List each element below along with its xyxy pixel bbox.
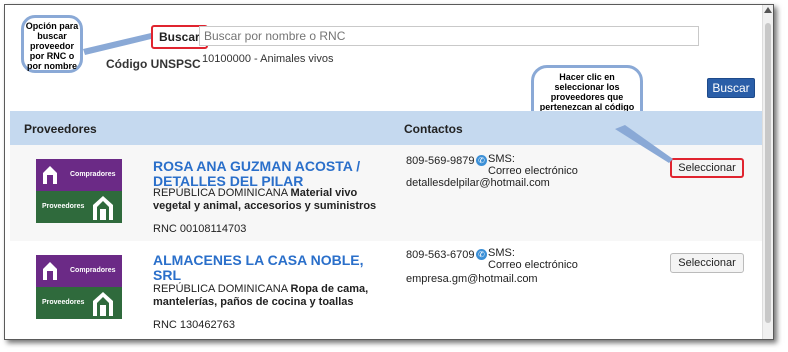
header-contacts: Contactos (404, 122, 463, 136)
contact-sms: SMS: (488, 153, 515, 165)
compras-logo: Compradores Proveedores (36, 159, 122, 223)
logo-top-text: Compradores (70, 171, 116, 178)
contact-phone: 809-569-9879 (406, 155, 475, 167)
company-name-link[interactable]: ROSA ANA GUZMAN ACOSTA / DETALLES DEL PI… (153, 159, 383, 189)
scroll-up-arrow-icon[interactable] (764, 7, 772, 13)
select-provider-button[interactable]: Seleccionar (670, 158, 744, 178)
whatsapp-icon: ✆ (476, 249, 487, 260)
company-country: REPÚBLICA DOMINICANA Material vivo veget… (153, 187, 377, 212)
logo-bottom-text: Proveedores (42, 299, 85, 306)
vertical-scrollbar[interactable] (762, 5, 773, 339)
header-providers: Proveedores (24, 122, 97, 136)
whatsapp-icon: ✆ (476, 155, 487, 166)
contact-sms: SMS: (488, 247, 515, 259)
callout-search-help: Opción para buscar proveedor por RNC o p… (21, 15, 83, 73)
provider-search-window: Opción para buscar proveedor por RNC o p… (4, 4, 774, 340)
contact-email: detallesdelpilar@hotmail.com (406, 177, 550, 189)
contact-email-label: Correo electrónico (488, 165, 578, 177)
logo-bottom-text: Proveedores (42, 203, 85, 210)
logo-top-text: Compradores (70, 267, 116, 274)
scroll-thumb[interactable] (765, 23, 771, 323)
table-header: Proveedores Contactos (10, 111, 762, 145)
contact-email-label: Correo electrónico (488, 259, 578, 271)
table-row: Compradores Proveedores ALMACENES LA CAS… (10, 241, 762, 337)
table-row: Compradores Proveedores ROSA ANA GUZMAN … (10, 145, 762, 241)
compras-logo: Compradores Proveedores (36, 255, 122, 319)
left-callout-arrow (83, 33, 151, 55)
house-icon (93, 292, 113, 316)
unspsc-value: 10100000 - Animales vivos (202, 53, 334, 65)
contact-email: empresa.gm@hotmail.com (406, 273, 538, 285)
unspsc-label: Código UNSPSC (106, 57, 201, 71)
search-input[interactable] (199, 26, 699, 46)
callout-search-text: Opción para buscar proveedor por RNC o p… (25, 21, 79, 71)
select-provider-button[interactable]: Seleccionar (670, 253, 744, 273)
house-icon (43, 166, 57, 184)
house-icon (43, 262, 57, 280)
search-button[interactable]: Buscar (707, 78, 755, 98)
company-name-link[interactable]: ALMACENES LA CASA NOBLE, SRL (153, 253, 383, 283)
company-country: REPÚBLICA DOMINICANA Ropa de cama, mante… (153, 283, 369, 308)
company-rnc: RNC 130462763 (153, 319, 235, 331)
company-rnc: RNC 00108114703 (153, 223, 247, 235)
contact-phone: 809-563-6709 (406, 249, 475, 261)
house-icon (93, 196, 113, 220)
